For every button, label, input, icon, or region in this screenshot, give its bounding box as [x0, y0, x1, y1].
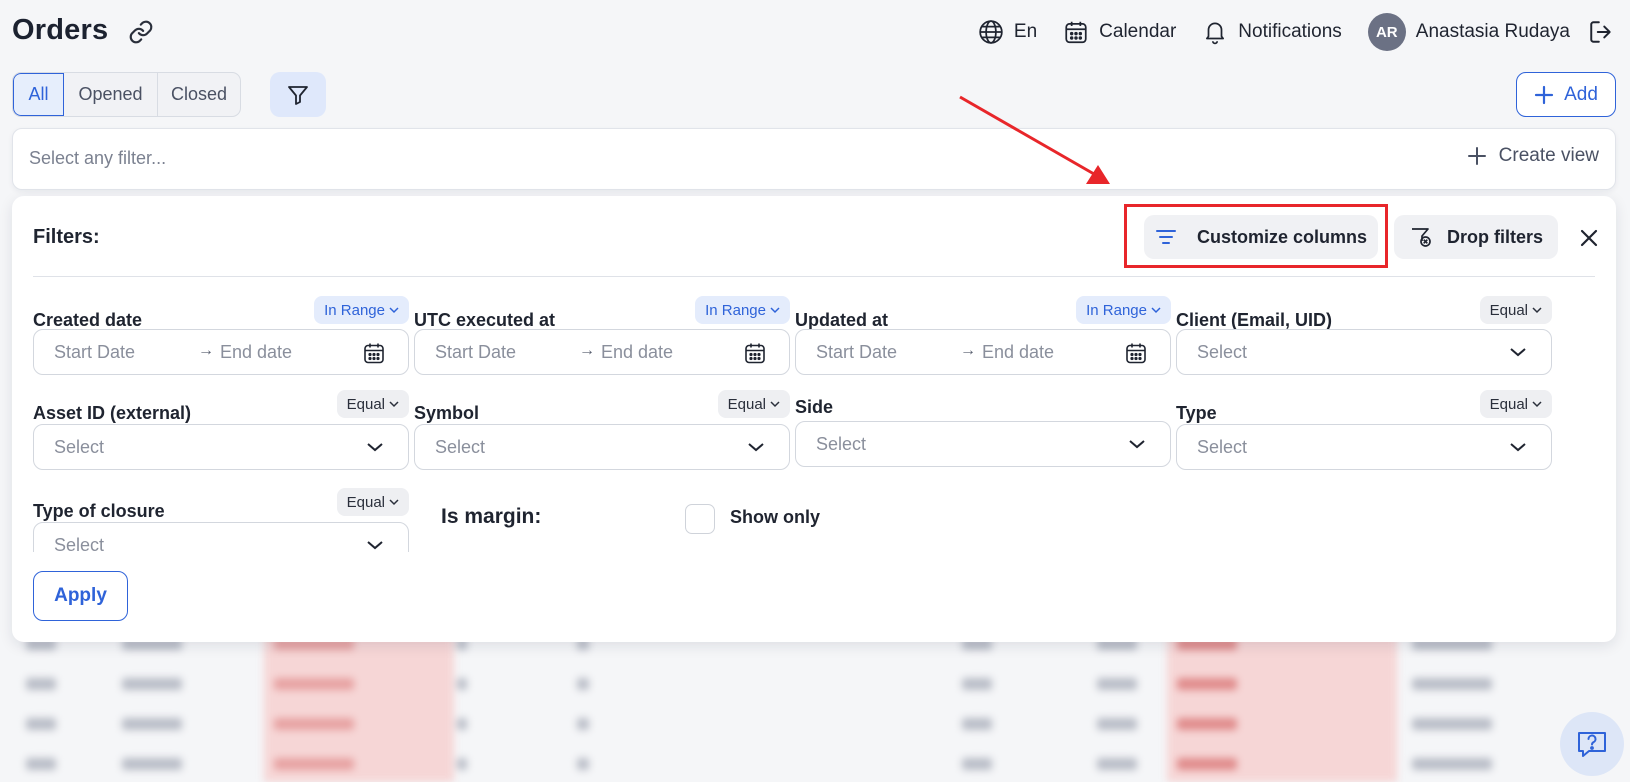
table-row	[12, 670, 1616, 700]
customize-columns-button[interactable]: Customize columns	[1144, 215, 1378, 259]
is-margin-label: Is margin:	[441, 505, 542, 528]
language-label: En	[1013, 21, 1038, 42]
top-nav: En Calendar Notifications AR Anastasia R…	[952, 13, 1614, 51]
mode-dropdown[interactable]: Equal	[1479, 390, 1552, 418]
filter-fields: Created date In Range Start Date → End d…	[33, 296, 1595, 552]
notifications-label: Notifications	[1238, 21, 1342, 42]
plus-icon	[1534, 85, 1554, 104]
show-only-checkbox[interactable]	[685, 504, 715, 534]
tab-opened[interactable]: Opened	[64, 73, 158, 116]
filter-toggle-button[interactable]	[270, 72, 326, 117]
filter-lines-icon	[1155, 230, 1176, 244]
calendar-icon[interactable]	[362, 341, 386, 365]
filters-panel: Filters: Customize columns Drop filters …	[12, 196, 1616, 642]
chevron-down-icon	[1510, 348, 1526, 357]
field-label: Symbol	[414, 403, 480, 423]
tab-all[interactable]: All	[13, 73, 64, 116]
date-range-input[interactable]: Start Date → End date	[414, 329, 790, 375]
chevron-down-icon	[389, 498, 399, 505]
bell-icon	[1206, 22, 1225, 45]
field-label: Type of closure	[33, 501, 165, 521]
filter-search-bar[interactable]: Select any filter... Create view	[12, 128, 1616, 190]
add-label: Add	[1564, 83, 1598, 105]
filters-title: Filters:	[33, 226, 100, 248]
chevron-down-icon	[1532, 306, 1542, 313]
create-view-button[interactable]: Create view	[1467, 145, 1599, 167]
chevron-down-icon	[389, 306, 399, 313]
select-dropdown[interactable]: Select	[795, 421, 1171, 467]
field-label: Side	[795, 397, 834, 417]
avatar: AR	[1367, 13, 1406, 51]
chevron-down-icon	[770, 400, 780, 407]
user-menu[interactable]: AR Anastasia Rudaya	[1367, 13, 1570, 51]
filter-search-placeholder: Select any filter...	[29, 148, 167, 168]
calendar-icon[interactable]	[743, 341, 767, 365]
chevron-down-icon	[1532, 400, 1542, 407]
status-tabs: All Opened Closed	[12, 72, 241, 117]
create-view-label: Create view	[1498, 145, 1599, 166]
field-label: Created date	[33, 310, 143, 330]
add-button[interactable]: Add	[1516, 72, 1616, 117]
annotation-arrow	[959, 95, 1110, 184]
logout-icon[interactable]	[1588, 19, 1614, 45]
show-only-label: Show only	[730, 507, 820, 527]
calendar-icon[interactable]	[1124, 341, 1148, 365]
field-label: Type	[1176, 403, 1217, 423]
close-icon[interactable]	[1577, 226, 1601, 250]
calendar-link[interactable]: Calendar	[1063, 19, 1176, 45]
chevron-down-icon	[1510, 443, 1526, 452]
chevron-down-icon	[1151, 306, 1161, 313]
field-label: UTC executed at	[414, 310, 556, 330]
calendar-icon	[1065, 21, 1087, 44]
help-button[interactable]	[1560, 712, 1624, 776]
chevron-down-icon	[389, 400, 399, 407]
mode-dropdown[interactable]: In Range	[695, 296, 790, 324]
calendar-label: Calendar	[1099, 21, 1177, 42]
apply-button[interactable]: Apply	[33, 571, 128, 621]
orders-table-blurred	[12, 630, 1616, 782]
customize-columns-label: Customize columns	[1196, 226, 1368, 247]
table-row	[12, 750, 1616, 780]
chevron-down-icon	[1129, 440, 1145, 449]
language-switcher[interactable]: En	[978, 19, 1037, 45]
mode-dropdown[interactable]: Equal	[717, 390, 790, 418]
drop-filters-label: Drop filters	[1446, 226, 1543, 247]
mode-dropdown[interactable]: Equal	[1479, 296, 1552, 324]
page-title: Orders	[12, 14, 109, 46]
field-label: Asset ID (external)	[33, 403, 192, 423]
select-dropdown[interactable]: Select	[1176, 424, 1552, 470]
mode-dropdown[interactable]: In Range	[1076, 296, 1171, 324]
date-range-input[interactable]: Start Date → End date	[33, 329, 409, 375]
select-dropdown[interactable]: Select	[33, 522, 409, 552]
chevron-down-icon	[367, 443, 383, 452]
user-name: Anastasia Rudaya	[1415, 21, 1570, 42]
select-dropdown[interactable]: Select	[414, 424, 790, 470]
chevron-down-icon	[748, 443, 764, 452]
mode-dropdown[interactable]: Equal	[336, 488, 409, 516]
panel-divider	[33, 276, 1595, 277]
field-label: Updated at	[795, 310, 889, 330]
link-icon[interactable]	[128, 19, 154, 45]
tab-closed[interactable]: Closed	[158, 73, 240, 116]
page-header: Orders En Calendar Notifications AR Anas…	[0, 0, 1630, 64]
funnel-clear-icon	[1411, 228, 1431, 247]
table-row	[12, 710, 1616, 740]
notifications-link[interactable]: Notifications	[1202, 19, 1342, 45]
drop-filters-button[interactable]: Drop filters	[1394, 215, 1558, 259]
select-dropdown[interactable]: Select	[33, 424, 409, 470]
help-chat-icon	[1578, 732, 1606, 757]
field-label: Client (Email, UID)	[1176, 310, 1333, 330]
select-dropdown[interactable]: Select	[1176, 329, 1552, 375]
chevron-down-icon	[770, 306, 780, 313]
globe-icon	[979, 20, 1003, 44]
funnel-icon	[288, 85, 308, 105]
plus-icon	[1467, 147, 1486, 165]
mode-dropdown[interactable]: In Range	[314, 296, 409, 324]
mode-dropdown[interactable]: Equal	[336, 390, 409, 418]
date-range-input[interactable]: Start Date → End date	[795, 329, 1171, 375]
chevron-down-icon	[367, 541, 383, 550]
